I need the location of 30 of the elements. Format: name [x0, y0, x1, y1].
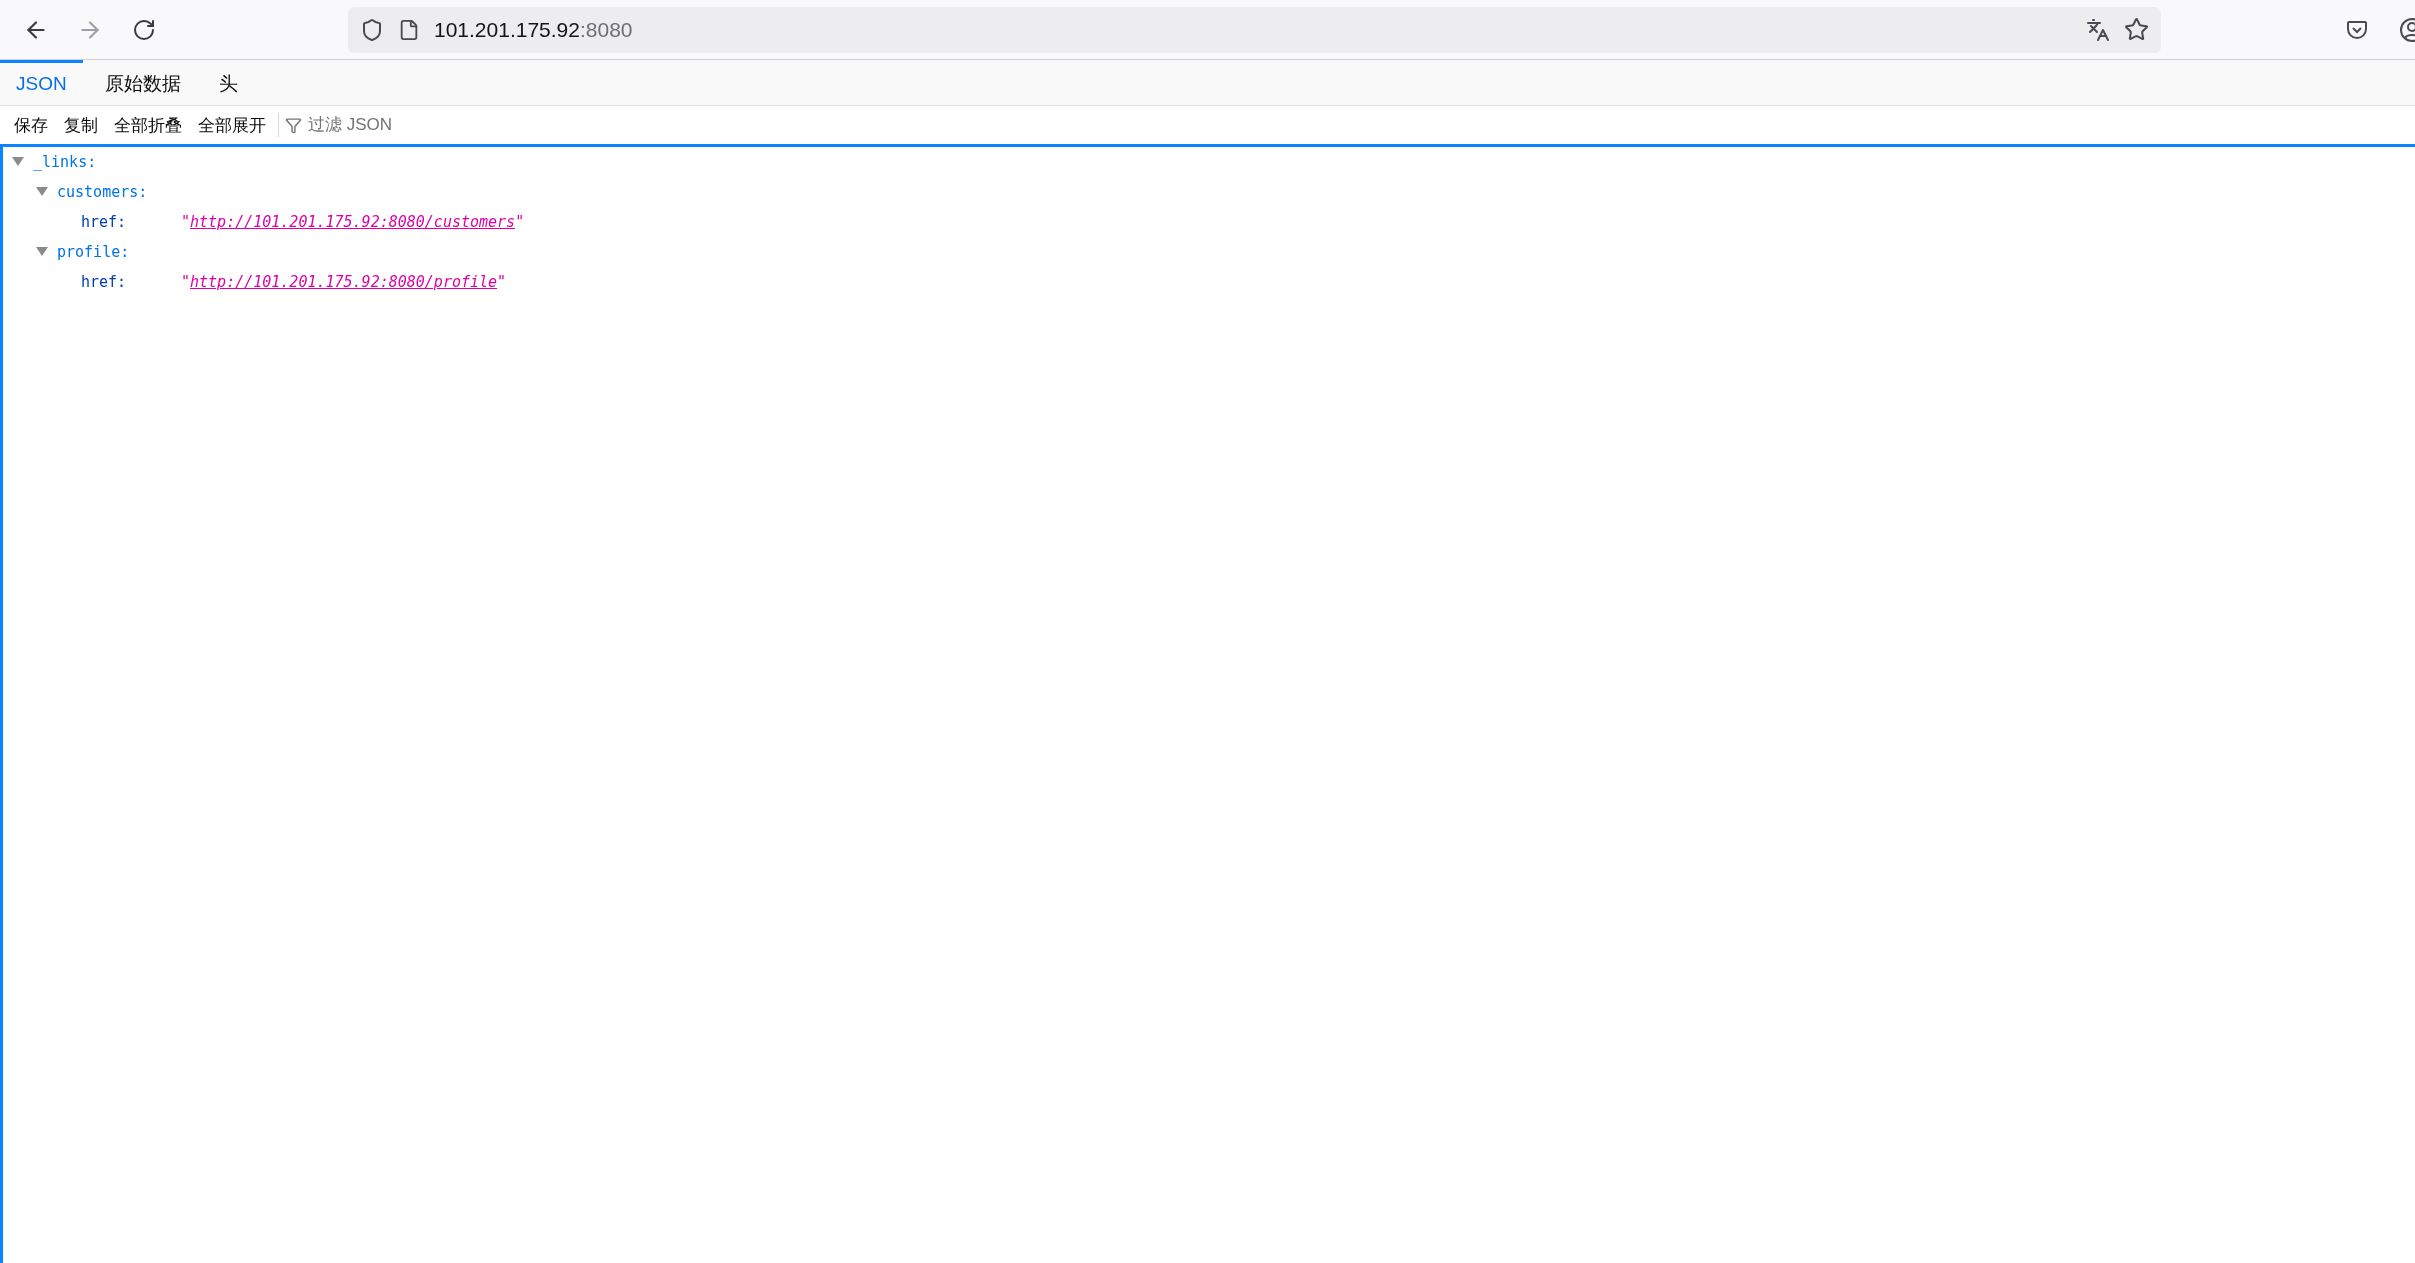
url-link[interactable]: http://101.201.175.92:8080/profile [190, 273, 498, 291]
triangle-icon [12, 157, 24, 167]
toolbar-button[interactable]: 全部折叠 [106, 106, 190, 144]
json-key: href: [81, 273, 181, 291]
viewer-tab[interactable]: 头 [202, 60, 254, 105]
filter-field[interactable]: 过滤 JSON [306, 114, 610, 136]
json-key: customers: [57, 183, 148, 201]
quote-mark: " [497, 273, 507, 291]
json-key: profile: [57, 243, 130, 261]
toolbar-button[interactable]: 全部展开 [190, 106, 274, 144]
viewer-tab[interactable]: 原始数据 [88, 60, 197, 105]
json-key: href: [81, 213, 181, 231]
address-bar[interactable]: 101.201.175.92:8080 [348, 6, 2161, 53]
url-link[interactable]: http://101.201.175.92:8080/customers [190, 213, 516, 231]
translate-icon[interactable] [2086, 17, 2110, 42]
filter-icon [285, 116, 302, 134]
toolbar-button[interactable]: 保存 [6, 106, 56, 144]
triangle-icon [36, 247, 48, 257]
quote-mark: " [181, 273, 191, 291]
triangle-icon [36, 187, 48, 197]
star-icon[interactable] [2124, 17, 2149, 42]
json-key: _links: [33, 153, 97, 171]
reload-icon [132, 17, 156, 42]
page-icon [398, 18, 420, 41]
shield-icon[interactable] [360, 17, 384, 42]
quote-mark: " [181, 213, 191, 231]
toolbar-button[interactable]: 复制 [56, 106, 106, 144]
viewer-tab[interactable]: JSON [0, 60, 83, 105]
url-text: 101.201.175.92:8080 [434, 17, 634, 42]
quote-mark: " [515, 213, 525, 231]
